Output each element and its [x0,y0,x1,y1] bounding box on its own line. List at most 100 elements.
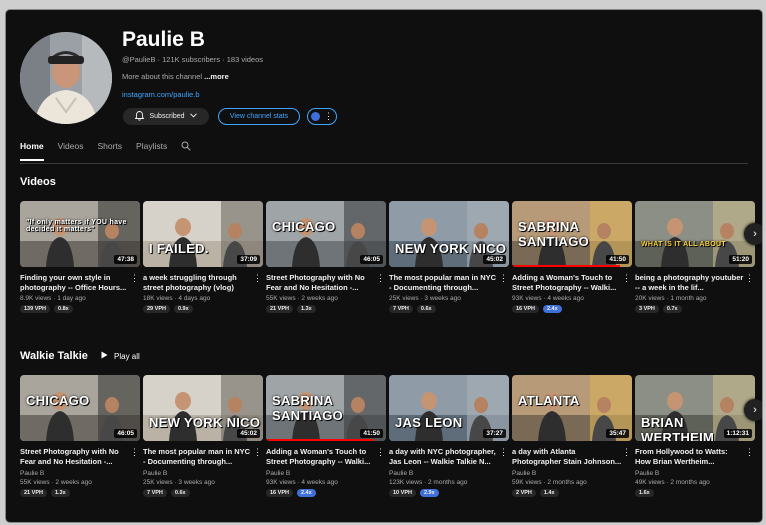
video-title[interactable]: a day with Atlanta Photographer Stain Jo… [512,447,632,467]
more-vert-icon[interactable]: ⋮ [253,447,262,458]
vph-badge: 139 VPH [20,305,51,313]
video-card[interactable]: ATLANTA 35:47 a day with Atlanta Photogr… [512,375,632,497]
video-author[interactable]: Paulie B [635,470,755,477]
walkie-talkie-section-title[interactable]: Walkie Talkie [20,350,88,362]
ratio-badge: 0.8x [54,305,73,313]
video-title[interactable]: Adding a Woman's Touch to Street Photogr… [512,273,632,293]
video-title[interactable]: From Hollywood to Watts: How Brian Werth… [635,447,755,467]
vph-badge: 3 VPH [635,305,659,313]
chevron-right-icon[interactable]: › [744,223,762,245]
subscribed-button[interactable]: Subscribed [123,108,209,125]
thumbnail-overlay-text: JAS LEON [395,415,463,430]
video-card[interactable]: SABRINA SANTIAGO 41:50 Adding a Woman's … [512,201,632,313]
video-badges: 16 VPH 2.4x [512,305,632,313]
video-thumbnail[interactable]: NEW YORK NICO 45:02 [143,375,263,441]
video-meta: 93K views · 4 weeks ago [266,479,338,486]
video-thumbnail[interactable]: CHICAGO 46:05 [20,375,140,441]
more-vert-icon[interactable]: ⋮ [499,447,508,458]
video-title[interactable]: The most popular man in NYC - Documentin… [389,273,509,293]
more-vert-icon[interactable]: ⋮ [622,273,631,284]
video-author[interactable]: Paulie B [389,470,509,477]
more-vert-icon[interactable]: ⋮ [253,273,262,284]
more-vert-icon[interactable]: ⋮ [130,447,139,458]
search-icon[interactable] [181,141,191,161]
video-thumbnail[interactable]: "If only matters if YOU have decided it … [20,201,140,267]
video-title[interactable]: a week struggling through street photogr… [143,273,263,293]
video-author[interactable]: Paulie B [143,470,263,477]
extension-button[interactable]: ⋮ [307,108,337,125]
vph-badge: 16 VPH [512,305,539,313]
video-author[interactable]: Paulie B [20,470,140,477]
ratio-badge: 1.6x [635,489,654,497]
video-duration: 47:38 [114,255,137,264]
video-author[interactable]: Paulie B [512,470,632,477]
thumbnail-overlay-text: "If only matters if YOU have decided it … [26,219,127,233]
video-title[interactable]: The most popular man in NYC - Documentin… [143,447,263,467]
videos-section-title[interactable]: Videos [20,176,56,188]
view-channel-stats-button[interactable]: View channel stats [218,108,300,125]
tab-divider [20,163,748,164]
video-card[interactable]: CHICAGO 46:05 Street Photography with No… [20,375,140,497]
vph-badge: 16 VPH [266,489,293,497]
video-card[interactable]: NEW YORK NICO 45:02 The most popular man… [143,375,263,497]
more-vert-icon[interactable]: ⋮ [324,112,333,121]
video-thumbnail[interactable]: BRIAN WERTHEIM 1:12:31 [635,375,755,441]
video-thumbnail[interactable]: CHICAGO 46:05 [266,201,386,267]
video-title[interactable]: being a photography youtuber -- a week i… [635,273,755,293]
video-card[interactable]: CHICAGO 46:05 Street Photography with No… [266,201,386,313]
more-vert-icon[interactable]: ⋮ [499,273,508,284]
video-thumbnail[interactable]: ATLANTA 35:47 [512,375,632,441]
video-title[interactable]: Finding your own style in photography --… [20,273,140,293]
more-vert-icon[interactable]: ⋮ [376,273,385,284]
video-card[interactable]: BRIAN WERTHEIM 1:12:31 From Hollywood to… [635,375,755,497]
vph-badge: 7 VPH [389,305,413,313]
video-meta: 18K views · 4 days ago [143,295,211,302]
video-thumbnail[interactable]: SABRINA SANTIAGO 41:50 [266,375,386,441]
about-more[interactable]: ...more [202,72,229,81]
video-badges: 21 VPH 1.3x [20,489,140,497]
ratio-badge: 1.3x [296,305,316,313]
ratio-badge: 2.9x [419,489,439,497]
video-title[interactable]: Street Photography with No Fear and No H… [20,447,140,467]
play-all-button[interactable]: Play all [101,351,140,361]
tab-home[interactable]: Home [20,141,44,161]
video-card[interactable]: NEW YORK NICO 45:02 The most popular man… [389,201,509,313]
channel-about-link[interactable]: More about this channel ...more [122,72,229,81]
channel-avatar[interactable] [20,32,112,124]
video-duration: 46:05 [114,429,137,438]
video-thumbnail[interactable]: I FAILED. 37:09 [143,201,263,267]
video-thumbnail[interactable]: NEW YORK NICO 45:02 [389,201,509,267]
extension-icon [311,112,320,121]
video-badges: 7 VPH 0.6x [143,489,263,497]
video-card[interactable]: SABRINA SANTIAGO 41:50 Adding a Woman's … [266,375,386,497]
play-all-label: Play all [114,351,140,361]
more-vert-icon[interactable]: ⋮ [745,273,754,284]
video-duration: 1:12:31 [723,429,752,438]
video-title[interactable]: Adding a Woman's Touch to Street Photogr… [266,447,386,467]
ratio-badge: 0.9x [173,305,193,313]
video-card[interactable]: "If only matters if YOU have decided it … [20,201,140,313]
video-author[interactable]: Paulie B [266,470,386,477]
video-thumbnail[interactable]: SABRINA SANTIAGO 41:50 [512,201,632,267]
ratio-badge: 0.7x [662,305,682,313]
channel-external-link[interactable]: instagram.com/paulie.b [122,90,200,99]
tab-playlists[interactable]: Playlists [136,141,167,161]
video-card[interactable]: I FAILED. 37:09 a week struggling throug… [143,201,263,313]
video-duration: 45:02 [237,429,260,438]
video-title[interactable]: Street Photography with No Fear and No H… [266,273,386,293]
more-vert-icon[interactable]: ⋮ [622,447,631,458]
vph-badge: 2 VPH [512,489,536,497]
tab-videos[interactable]: Videos [58,141,84,161]
more-vert-icon[interactable]: ⋮ [376,447,385,458]
video-card[interactable]: WHAT IS IT ALL ABOUT 51:20 being a photo… [635,201,755,313]
video-card[interactable]: JAS LEON 37:27 a day with NYC photograph… [389,375,509,497]
video-thumbnail[interactable]: WHAT IS IT ALL ABOUT 51:20 [635,201,755,267]
tab-shorts[interactable]: Shorts [97,141,122,161]
more-vert-icon[interactable]: ⋮ [745,447,754,458]
video-title[interactable]: a day with NYC photographer, Jas Leon --… [389,447,509,467]
thumbnail-overlay-text: SABRINA SANTIAGO [518,219,590,249]
video-meta: 59K views · 2 months ago [512,479,587,486]
video-thumbnail[interactable]: JAS LEON 37:27 [389,375,509,441]
chevron-right-icon[interactable]: › [744,399,762,421]
more-vert-icon[interactable]: ⋮ [130,273,139,284]
